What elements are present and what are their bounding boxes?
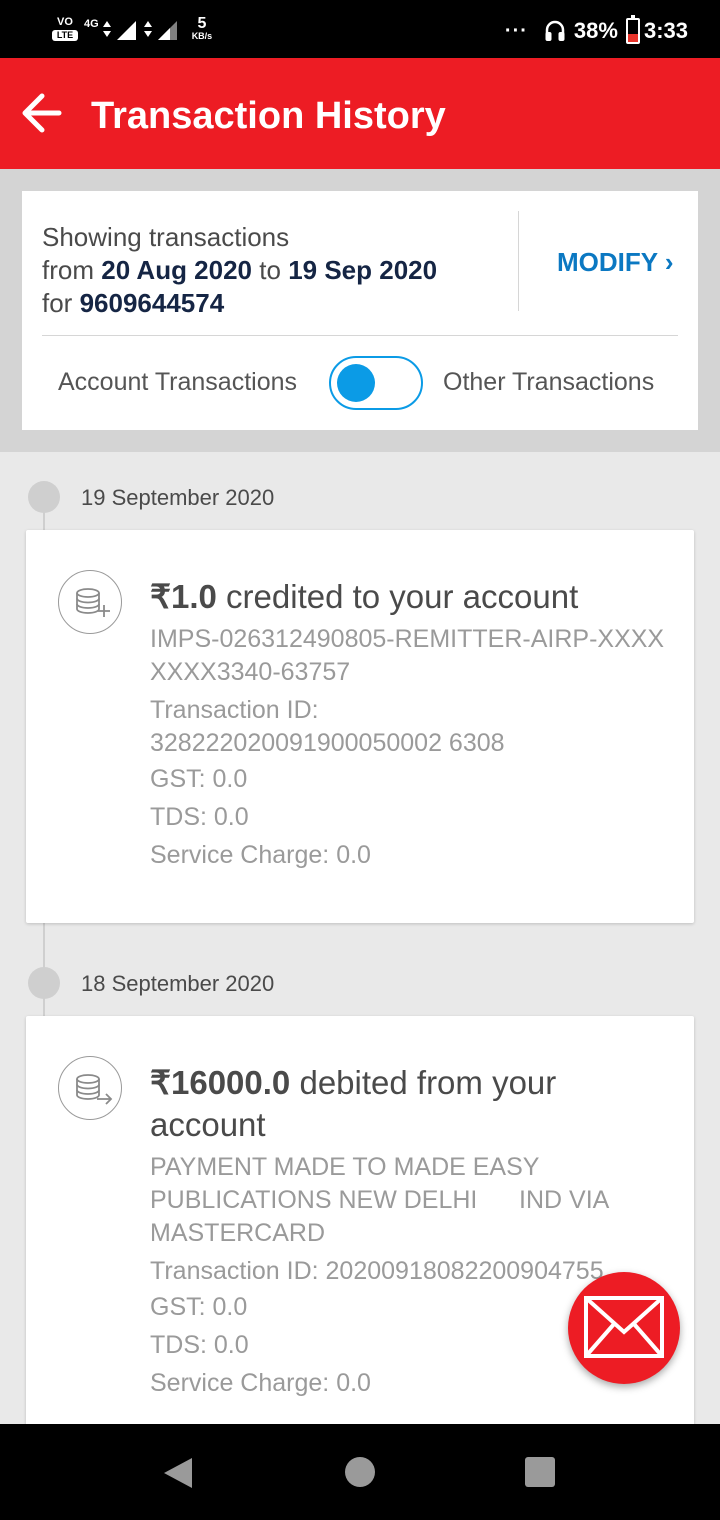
- lte-label: LTE: [52, 30, 78, 41]
- account-line: for 9609644574: [42, 287, 437, 320]
- signal-icon-2: [157, 21, 177, 40]
- battery-percent: 38%: [573, 18, 618, 43]
- to-date: 19 Sep 2020: [288, 255, 438, 285]
- mail-icon: [584, 1296, 664, 1358]
- transaction-summary: credited to your account: [216, 578, 579, 615]
- volte-icon: VO LTE: [52, 15, 78, 45]
- clock: 3:33: [643, 18, 688, 43]
- filter-card: Showing transactions from 20 Aug 2020 to…: [22, 191, 698, 430]
- system-nav-bar: [0, 1424, 720, 1520]
- timeline-dot: [28, 967, 60, 999]
- status-bar-right: ··· 38% 3:33: [505, 14, 688, 48]
- filter-area: Showing transactions from 20 Aug 2020 to…: [0, 169, 720, 452]
- signal-group-1: 4G: [84, 18, 137, 41]
- network-type: 4G: [84, 18, 99, 30]
- transaction-id: 328222020091900050002 6308: [150, 729, 505, 757]
- account-number: 9609644574: [79, 288, 225, 318]
- from-date: 20 Aug 2020: [101, 255, 253, 285]
- status-bar: VO LTE 4G 5 KB/s ··· 38% 3:33: [0, 0, 720, 58]
- account-transactions-label[interactable]: Account Transactions: [58, 368, 297, 397]
- signal-icon: [116, 21, 136, 40]
- coins-plus-icon: [58, 570, 122, 634]
- data-arrows-icon: [102, 21, 111, 37]
- app-bar: Transaction History: [0, 58, 720, 169]
- transaction-details: ₹1.0 credited to your account IMPS-02631…: [150, 576, 680, 874]
- transaction-amount: ₹1.0: [150, 578, 217, 615]
- transaction-description: IMPS-026312490805-REMITTER-AIRP-XXXXXXXX…: [150, 625, 665, 686]
- signal-group-2: [143, 19, 178, 41]
- transaction-title: ₹1.0 credited to your account: [150, 576, 680, 618]
- timeline-dot: [28, 481, 60, 513]
- transaction-card[interactable]: ₹1.0 credited to your account IMPS-02631…: [26, 530, 694, 923]
- transaction-title: ₹16000.0 debited from your account: [150, 1062, 680, 1146]
- network-speed: 5 KB/s: [191, 15, 213, 42]
- other-transactions-label[interactable]: Other Transactions: [443, 368, 654, 397]
- battery-icon: [625, 15, 640, 44]
- volte-label: VO: [57, 16, 73, 28]
- for-label: for: [42, 288, 73, 318]
- transaction-date: 18 September 2020: [81, 971, 275, 996]
- nav-back-icon[interactable]: [162, 1456, 194, 1490]
- tds-value: TDS: 0.0: [150, 803, 249, 831]
- nav-recents-icon[interactable]: [525, 1457, 555, 1487]
- mail-fab-button[interactable]: [568, 1272, 680, 1384]
- horizontal-divider: [42, 335, 678, 336]
- transaction-type-toggle[interactable]: [329, 356, 423, 410]
- transaction-description: PAYMENT MADE TO MADE EASY PUBLICATIONS N…: [150, 1153, 615, 1247]
- from-label: from: [42, 255, 94, 285]
- page-title: Transaction History: [91, 95, 446, 137]
- arrow-left-icon: [22, 93, 62, 133]
- back-button[interactable]: [20, 92, 62, 134]
- nav-home-icon[interactable]: [345, 1457, 375, 1487]
- toggle-knob: [337, 364, 375, 402]
- speed-unit: KB/s: [191, 31, 213, 41]
- transaction-amount: ₹16000.0: [150, 1064, 291, 1101]
- transaction-id-label: Transaction ID:: [150, 696, 319, 724]
- vertical-divider: [518, 211, 519, 311]
- showing-label: Showing transactions: [42, 222, 290, 252]
- transaction-type-toggle-row: Account Transactions Other Transactions: [22, 356, 698, 410]
- transaction-date: 19 September 2020: [81, 485, 275, 510]
- to-label: to: [259, 255, 281, 285]
- status-bar-left: VO LTE 4G 5 KB/s: [52, 14, 212, 46]
- more-notifications-icon: ···: [504, 19, 528, 42]
- data-arrows-icon-2: [143, 21, 152, 37]
- filter-summary: Showing transactions from 20 Aug 2020 to…: [42, 221, 437, 320]
- date-range-line: from 20 Aug 2020 to 19 Sep 2020: [42, 254, 437, 287]
- headphones-icon: [545, 20, 565, 41]
- gst-value: GST: 0.0: [150, 765, 248, 793]
- coins-arrow-icon: [58, 1056, 122, 1120]
- modify-button[interactable]: MODIFY ›: [557, 247, 674, 278]
- service-charge-value: Service Charge: 0.0: [150, 841, 371, 869]
- speed-value: 5: [197, 15, 207, 32]
